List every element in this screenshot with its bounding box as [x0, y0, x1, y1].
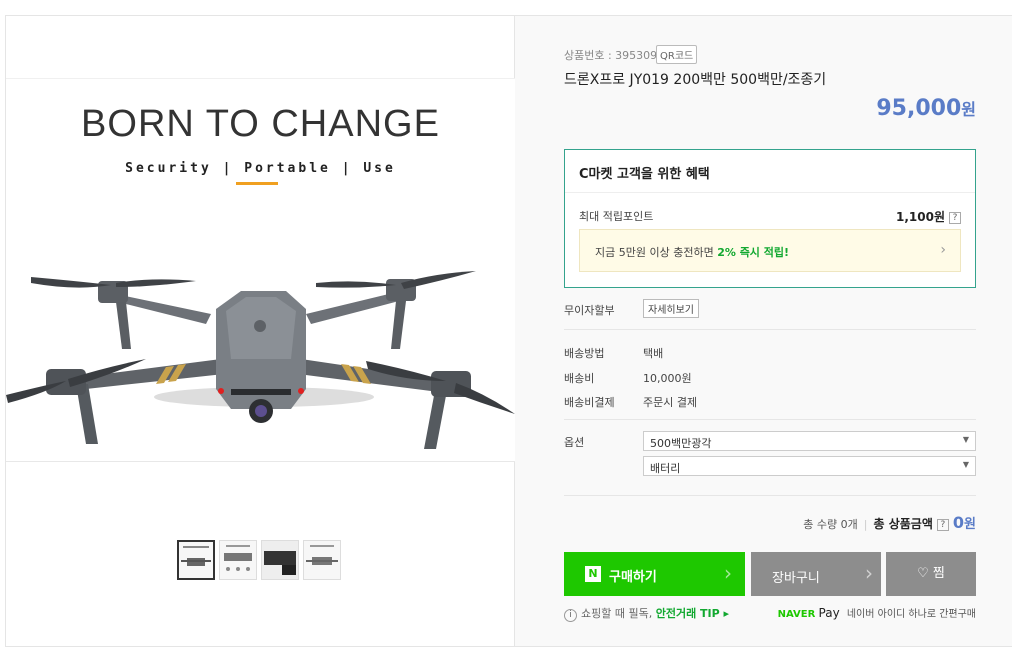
option-select-1-value: 500백만광각: [650, 437, 712, 450]
price-number: 95,000: [876, 96, 962, 121]
hero-underline: [236, 182, 278, 185]
safe-trade-tip-link[interactable]: 안전거래 TIP ▸: [656, 607, 729, 620]
help-icon[interactable]: ?: [949, 211, 961, 224]
promo-text: 지금 5만원 이상 충전하면: [595, 246, 718, 259]
divider: [564, 329, 976, 330]
product-price: 95,000원: [876, 96, 976, 121]
price-unit: 원: [961, 100, 976, 119]
thumbnail-4[interactable]: [303, 540, 341, 580]
caret-down-icon: ▼: [962, 435, 969, 444]
qr-code-button[interactable]: QR코드: [656, 45, 698, 64]
shipping-fee-value: 10,000원: [643, 372, 692, 385]
installment-detail-button[interactable]: 자세히보기: [643, 299, 699, 318]
product-info-panel: 상품번호 : 3953092713 QR코드 드론X프로 JY019 200백만…: [515, 16, 1012, 646]
order-total: 총 수량 0개 | 총 상품금액? 0원: [803, 513, 976, 532]
safe-trade-tip: i 쇼핑할 때 필독, 안전거래 TIP ▸: [564, 605, 729, 622]
points-value-wrap: 1,100원?: [896, 208, 961, 225]
buy-button[interactable]: N 구매하기 ›: [564, 552, 745, 596]
chevron-right-icon: ›: [940, 242, 946, 258]
points-value: 1,100원: [896, 210, 945, 224]
pay-logo: Pay: [818, 606, 840, 620]
benefit-box: C마켓 고객을 위한 혜택 최대 적립포인트 1,100원? 지금 5만원 이상…: [564, 149, 976, 288]
total-amount-number: 0: [952, 513, 965, 532]
shipping-fee-label: 배송비: [564, 372, 595, 385]
arrow-right-icon: ›: [865, 561, 873, 585]
total-amount-unit: 원: [964, 517, 976, 532]
info-icon: i: [564, 609, 577, 622]
option-select-1[interactable]: 500백만광각 ▼: [643, 431, 976, 451]
option-select-2[interactable]: 배터리 ▼: [643, 456, 976, 476]
shipping-method-value: 택배: [643, 347, 664, 360]
help-icon[interactable]: ?: [936, 519, 949, 531]
product-title: 드론X프로 JY019 200백만 500백만/조종기: [564, 72, 827, 88]
shipping-pay-value: 주문시 결제: [643, 396, 698, 409]
gallery-panel: BORN TO CHANGE Security | Portable | Use: [6, 16, 515, 646]
divider: [564, 495, 976, 496]
charge-promo-banner[interactable]: 지금 5만원 이상 충전하면 2% 즉시 적립! ›: [579, 229, 961, 272]
hero-tags: Security | Portable | Use: [125, 161, 396, 176]
option-label: 옵션: [564, 436, 585, 449]
benefit-heading: C마켓 고객을 위한 혜택: [565, 150, 975, 193]
total-amount: 0원: [953, 513, 976, 532]
naver-logo: NAVER: [777, 609, 816, 620]
naver-pay-text: 네이버 아이디 하나로 간편구매: [846, 609, 976, 620]
arrow-right-icon: ›: [724, 561, 732, 585]
option-select-2-value: 배터리: [650, 462, 681, 475]
main-product-image[interactable]: BORN TO CHANGE Security | Portable | Use: [6, 78, 515, 462]
thumbnail-3[interactable]: [261, 540, 299, 580]
product-frame: BORN TO CHANGE Security | Portable | Use: [5, 15, 1012, 647]
points-label: 최대 적립포인트: [579, 210, 654, 223]
total-amount-label: 총 상품금액: [873, 517, 933, 531]
naver-pay-info: NAVER Pay 네이버 아이디 하나로 간편구매: [778, 605, 976, 620]
promo-highlight: 2% 즉시 적립!: [717, 246, 790, 259]
wishlist-button[interactable]: ♡ 찜: [886, 552, 976, 596]
hero-title: BORN TO CHANGE: [81, 103, 440, 145]
thumbnail-1[interactable]: [177, 540, 215, 580]
drone-image: [6, 271, 515, 449]
divider: [564, 419, 976, 420]
caret-down-icon: ▼: [962, 460, 969, 469]
shipping-method-label: 배송방법: [564, 347, 605, 360]
cart-button-label: 장바구니: [772, 571, 820, 586]
thumbnail-2[interactable]: [219, 540, 257, 580]
installment-label: 무이자할부: [564, 304, 615, 317]
thumbnail-strip: [177, 540, 341, 580]
buy-button-label: 구매하기: [609, 570, 657, 585]
total-quantity: 총 수량 0개: [803, 518, 858, 531]
tip-text: 쇼핑할 때 필독,: [581, 607, 656, 620]
shipping-pay-label: 배송비결제: [564, 396, 615, 409]
cart-button[interactable]: 장바구니 ›: [751, 552, 881, 596]
separator: |: [863, 518, 868, 531]
naver-n-icon: N: [585, 566, 601, 582]
